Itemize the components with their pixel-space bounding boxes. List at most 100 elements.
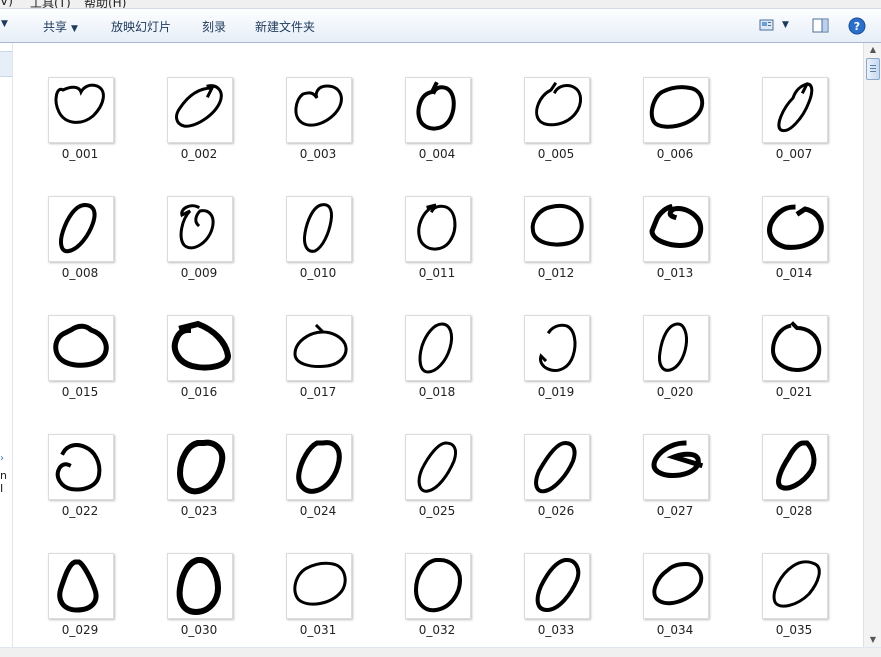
file-thumbnail[interactable]: [167, 77, 233, 143]
file-thumbnail[interactable]: [286, 315, 352, 381]
file-name: 0_003: [299, 147, 337, 161]
file-thumbnail[interactable]: [405, 434, 471, 500]
file-thumbnail[interactable]: [286, 77, 352, 143]
file-thumbnail[interactable]: [524, 553, 590, 619]
file-item[interactable]: 0_011: [383, 162, 473, 280]
svg-text:?: ?: [854, 20, 860, 33]
file-name: 0_034: [656, 623, 694, 637]
file-item[interactable]: 0_027: [621, 400, 711, 518]
scroll-up-icon[interactable]: ▲: [864, 43, 881, 57]
file-thumbnail[interactable]: [762, 196, 828, 262]
file-item[interactable]: 0_003: [264, 43, 354, 161]
file-item[interactable]: 0_024: [264, 400, 354, 518]
chevron-down-icon[interactable]: ▼: [1, 19, 8, 29]
file-thumbnail[interactable]: [643, 553, 709, 619]
file-item[interactable]: 0_033: [502, 519, 592, 637]
menu-item-help[interactable]: 帮助(H): [84, 0, 126, 8]
file-item[interactable]: 0_020: [621, 281, 711, 399]
file-thumbnail[interactable]: [643, 315, 709, 381]
file-item[interactable]: 0_014: [740, 162, 830, 280]
file-thumbnail[interactable]: [524, 77, 590, 143]
file-thumbnail[interactable]: [524, 196, 590, 262]
change-view-icon[interactable]: [759, 18, 775, 35]
file-name: 0_019: [537, 385, 575, 399]
file-thumbnail[interactable]: [524, 434, 590, 500]
file-thumbnail[interactable]: [643, 77, 709, 143]
file-item[interactable]: 0_029: [26, 519, 116, 637]
share-button[interactable]: 共享 ▼: [43, 18, 78, 35]
file-thumbnail[interactable]: [167, 315, 233, 381]
file-item[interactable]: 0_006: [621, 43, 711, 161]
file-item[interactable]: 0_018: [383, 281, 473, 399]
file-item[interactable]: 0_023: [145, 400, 235, 518]
menu-item-view[interactable]: V): [0, 0, 13, 8]
scroll-thumb[interactable]: [866, 58, 880, 80]
nav-selected-item[interactable]: [0, 51, 12, 77]
file-item[interactable]: 0_021: [740, 281, 830, 399]
file-thumbnail[interactable]: [48, 315, 114, 381]
file-item[interactable]: 0_030: [145, 519, 235, 637]
vertical-scrollbar[interactable]: ▲ ▼: [863, 43, 881, 647]
file-thumbnail[interactable]: [167, 553, 233, 619]
file-name: 0_022: [61, 504, 99, 518]
file-item[interactable]: 0_025: [383, 400, 473, 518]
file-thumbnail[interactable]: [286, 553, 352, 619]
file-thumbnail[interactable]: [405, 315, 471, 381]
new-folder-button[interactable]: 新建文件夹: [255, 18, 315, 35]
file-name: 0_018: [418, 385, 456, 399]
file-item[interactable]: 0_026: [502, 400, 592, 518]
file-item[interactable]: 0_034: [621, 519, 711, 637]
file-item[interactable]: 0_031: [264, 519, 354, 637]
file-item[interactable]: 0_019: [502, 281, 592, 399]
file-thumbnail[interactable]: [48, 77, 114, 143]
file-item[interactable]: 0_032: [383, 519, 473, 637]
file-thumbnail[interactable]: [405, 553, 471, 619]
file-item[interactable]: 0_009: [145, 162, 235, 280]
file-item[interactable]: 0_012: [502, 162, 592, 280]
chevron-down-icon[interactable]: ▼: [782, 20, 789, 30]
menu-item-tools[interactable]: 工具(T): [30, 0, 71, 8]
file-thumbnail[interactable]: [762, 77, 828, 143]
file-name: 0_021: [775, 385, 813, 399]
nav-expand-icon[interactable]: ›: [0, 453, 4, 464]
file-item[interactable]: 0_022: [26, 400, 116, 518]
file-thumbnail[interactable]: [643, 196, 709, 262]
nav-item-fragment[interactable]: n I: [0, 469, 12, 495]
file-item[interactable]: 0_028: [740, 400, 830, 518]
help-icon[interactable]: ?: [848, 17, 866, 38]
file-name: 0_023: [180, 504, 218, 518]
file-item[interactable]: 0_007: [740, 43, 830, 161]
file-thumbnail[interactable]: [48, 196, 114, 262]
file-item[interactable]: 0_002: [145, 43, 235, 161]
file-name: 0_010: [299, 266, 337, 280]
burn-button[interactable]: 刻录: [202, 18, 226, 35]
file-thumbnail[interactable]: [286, 196, 352, 262]
file-item[interactable]: 0_004: [383, 43, 473, 161]
file-thumbnail[interactable]: [643, 434, 709, 500]
file-item[interactable]: 0_016: [145, 281, 235, 399]
file-thumbnail[interactable]: [405, 77, 471, 143]
slideshow-button[interactable]: 放映幻灯片: [111, 18, 171, 35]
file-thumbnail[interactable]: [286, 434, 352, 500]
file-item[interactable]: 0_017: [264, 281, 354, 399]
file-thumbnail[interactable]: [524, 315, 590, 381]
file-item[interactable]: 0_008: [26, 162, 116, 280]
file-thumbnail[interactable]: [48, 434, 114, 500]
file-name: 0_012: [537, 266, 575, 280]
file-thumbnail[interactable]: [762, 434, 828, 500]
file-thumbnail[interactable]: [405, 196, 471, 262]
file-thumbnail[interactable]: [48, 553, 114, 619]
file-item[interactable]: 0_013: [621, 162, 711, 280]
file-name: 0_028: [775, 504, 813, 518]
scroll-down-icon[interactable]: ▼: [864, 633, 881, 647]
file-thumbnail[interactable]: [167, 196, 233, 262]
file-thumbnail[interactable]: [167, 434, 233, 500]
file-item[interactable]: 0_015: [26, 281, 116, 399]
file-item[interactable]: 0_005: [502, 43, 592, 161]
file-item[interactable]: 0_035: [740, 519, 830, 637]
file-thumbnail[interactable]: [762, 553, 828, 619]
file-item[interactable]: 0_001: [26, 43, 116, 161]
file-item[interactable]: 0_010: [264, 162, 354, 280]
preview-pane-icon[interactable]: [812, 18, 830, 37]
file-thumbnail[interactable]: [762, 315, 828, 381]
